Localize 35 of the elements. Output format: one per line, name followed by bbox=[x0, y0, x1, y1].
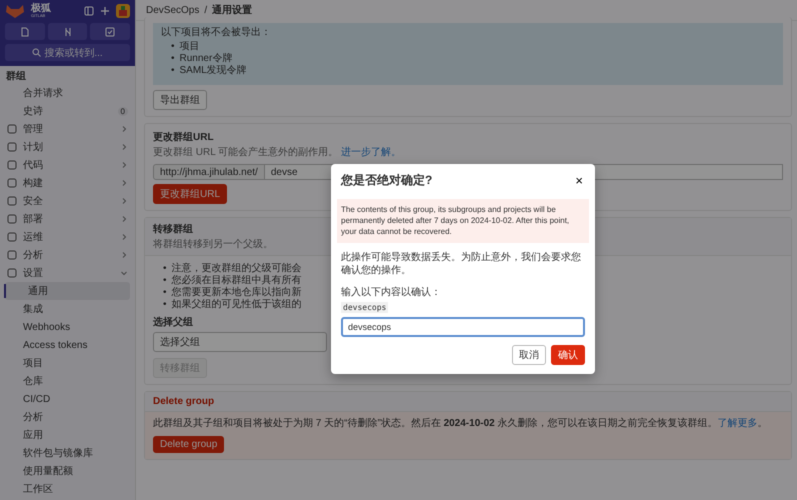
dialog-title: 您是否绝对确定? bbox=[341, 172, 432, 189]
confirm-label: 输入以下内容以确认： bbox=[341, 286, 442, 300]
section-description: 将群组转移到另一个父级。 bbox=[153, 238, 273, 251]
count-badge: 0 bbox=[118, 106, 128, 116]
list-item: 注意，更改群组的父级可能会 bbox=[172, 263, 302, 274]
period-text: 。 bbox=[758, 418, 768, 429]
alert-text: The contents of this group, its subgroups and projects will be permanently deleted after 7 days on 2024-10-02. After this point, your data cannot be recovered. bbox=[341, 205, 570, 236]
bullet: • bbox=[163, 299, 167, 311]
list-item: 如果父组的可见性低于该组的 bbox=[172, 299, 302, 311]
bullet: • bbox=[171, 53, 175, 65]
bullet: • bbox=[163, 263, 167, 275]
bullet: • bbox=[171, 41, 175, 53]
breadcrumb-current: 通用设置 bbox=[212, 4, 252, 17]
info-text: 以下项目将不会被导出： bbox=[161, 26, 272, 39]
brand-name: 极狐 bbox=[31, 4, 51, 14]
delete-description: 此群组及其子组和项目将被处于为期 7 天的“待删除”状态。然后在 2024-10-02 永久删除，您可以在该日期之前完全恢复该群组。 bbox=[153, 418, 718, 429]
breadcrumb-separator: / bbox=[204, 4, 208, 16]
section-title: 更改群组URL bbox=[153, 130, 214, 144]
confirm-code: devsecops bbox=[341, 302, 388, 314]
field-label: 选择父组 bbox=[153, 316, 193, 329]
bullet: • bbox=[171, 65, 175, 77]
list-item: 您需要更新本地仓库以指向新 bbox=[172, 287, 302, 298]
bullet: • bbox=[163, 287, 167, 299]
list-item: Runner令牌 bbox=[180, 53, 232, 65]
warning-text: 此操作可能导致数据丢失。为防止意外，我们会要求您确认您的操作。 bbox=[341, 251, 582, 278]
section-description: 更改群组 URL 可能会产生意外的副作用。 bbox=[153, 147, 338, 158]
nav-item-label: 通用 bbox=[28, 284, 49, 298]
list-item: 您必须在目标群组中具有所有 bbox=[172, 275, 302, 286]
url-prefix: http://jhma.jihulab.net/ bbox=[153, 164, 265, 180]
list-item: 项目 bbox=[180, 41, 200, 53]
bullet: • bbox=[163, 275, 167, 287]
sidebar-heading: 群组 bbox=[5, 70, 27, 84]
list-item: SAML发现令牌 bbox=[180, 65, 247, 77]
section-title: Delete group bbox=[153, 396, 214, 407]
section-title: 转移群组 bbox=[153, 222, 193, 236]
